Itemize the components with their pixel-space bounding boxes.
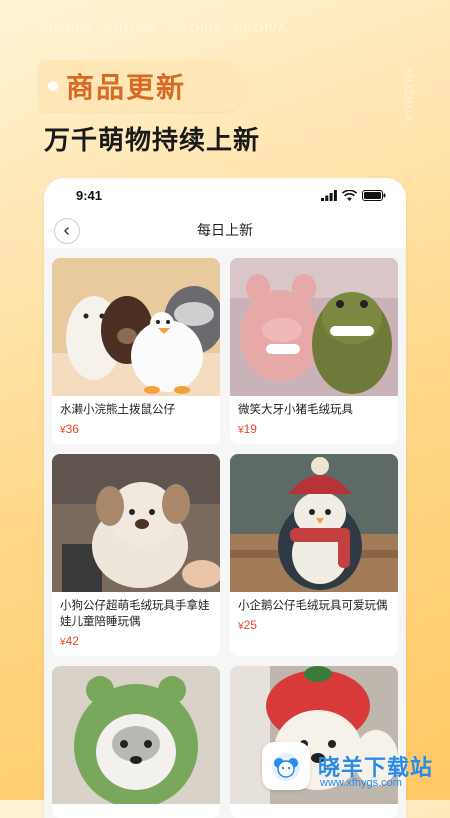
product-card[interactable] — [52, 666, 220, 818]
cellular-signal-icon — [321, 189, 337, 201]
product-price: ¥36 — [60, 422, 212, 436]
product-price: ¥42 — [60, 634, 212, 648]
pig-and-dino-plush-image — [230, 258, 398, 396]
wifi-icon — [342, 189, 357, 201]
battery-icon — [362, 189, 386, 201]
product-card[interactable] — [230, 666, 398, 818]
product-grid: 水濑小浣熊土拨鼠公仔 ¥36 微笑大牙小猪毛绒玩具 ¥19 小狗公仔超萌毛绒玩具… — [52, 258, 398, 818]
dino-hood-husky-plush-image — [52, 666, 220, 804]
tag-hole-icon — [48, 81, 58, 91]
status-time: 9:41 — [76, 187, 103, 203]
status-bar: 9:41 — [44, 178, 406, 212]
banner-tag-label: 商品更新 — [66, 72, 187, 103]
product-name: 微笑大牙小猪毛绒玩具 — [238, 404, 353, 416]
chevron-left-icon — [64, 227, 69, 235]
product-price: ¥25 — [238, 618, 390, 632]
site-logo-url: www.xfhygs.com — [320, 777, 402, 789]
site-logo-badge — [262, 742, 310, 790]
plush-group-image — [52, 258, 220, 396]
nav-bar: 每日上新 — [44, 212, 406, 248]
page-title: 每日上新 — [197, 222, 253, 238]
price-value: 19 — [243, 422, 257, 436]
price-value: 42 — [65, 634, 79, 648]
watermark-strip: GUZHUA · GUZHUA · GUZHUA · GUZHUA — [40, 22, 287, 34]
price-value: 36 — [65, 422, 79, 436]
product-card[interactable]: 水濑小浣熊土拨鼠公仔 ¥36 — [52, 258, 220, 444]
puppy-plush-image — [52, 454, 220, 592]
price-value: 25 — [243, 618, 257, 632]
product-name: 小狗公仔超萌毛绒玩具手拿娃娃儿童陪睡玩偶 — [60, 600, 210, 628]
penguin-plush-image — [230, 454, 398, 592]
product-card[interactable]: 微笑大牙小猪毛绒玩具 ¥19 — [230, 258, 398, 444]
banner-subtitle: 万千萌物持续上新 — [44, 125, 261, 155]
status-icons — [321, 189, 386, 201]
sheep-logo-icon — [272, 753, 300, 781]
phone-screen: 9:41 每日上新 水濑小浣熊土拨鼠公仔 ¥36 微笑大牙小猪毛绒玩具 ¥19 … — [44, 178, 406, 818]
back-button[interactable] — [54, 218, 80, 244]
product-card[interactable]: 小企鹅公仔毛绒玩具可爱玩偶 ¥25 — [230, 454, 398, 656]
banner-tag: 商品更新 — [38, 60, 248, 112]
product-name: 水濑小浣熊土拨鼠公仔 — [60, 404, 175, 416]
product-price: ¥19 — [238, 422, 390, 436]
watermark-side: GUZHUA — [402, 70, 414, 123]
product-name: 小企鹅公仔毛绒玩具可爱玩偶 — [238, 600, 388, 612]
product-card[interactable]: 小狗公仔超萌毛绒玩具手拿娃娃儿童陪睡玩偶 ¥42 — [52, 454, 220, 656]
